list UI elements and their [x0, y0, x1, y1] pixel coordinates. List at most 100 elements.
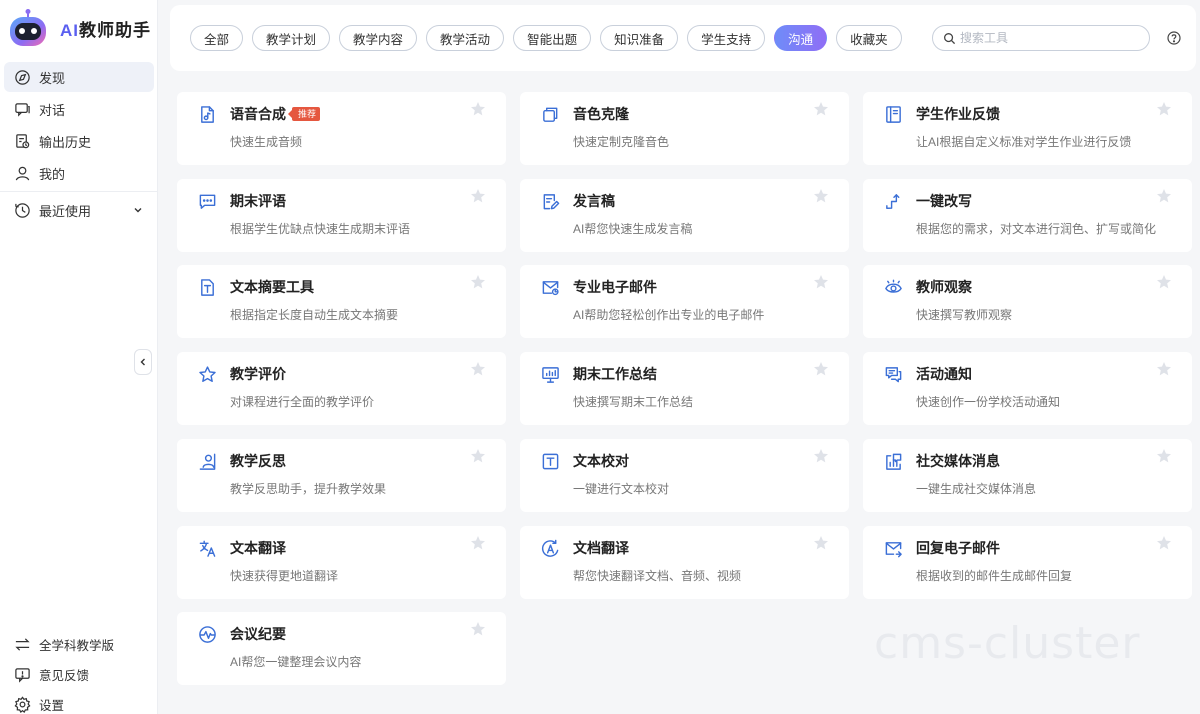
favorite-star-icon[interactable]: [470, 621, 486, 637]
tool-card[interactable]: 教学反思教学反思助手，提升教学效果: [177, 439, 506, 512]
top-bar: 全部 教学计划 教学内容 教学活动 智能出题 知识准备 学生支持 沟通 收藏夹: [170, 5, 1196, 71]
favorite-star-icon[interactable]: [1156, 361, 1172, 377]
pulse-icon: [198, 625, 217, 644]
help-icon[interactable]: [1167, 31, 1181, 45]
notice-chat-icon: [884, 365, 903, 384]
tool-card[interactable]: 文本翻译快速获得更地道翻译: [177, 526, 506, 599]
tab-category[interactable]: 智能出题: [513, 25, 592, 51]
tool-card-title-text: 期末工作总结: [573, 366, 657, 382]
tool-card[interactable]: 教师观察 快速撰写教师观察: [863, 265, 1192, 338]
tool-card-title: 回复电子邮件: [916, 538, 1000, 558]
tool-card[interactable]: 回复电子邮件 根据收到的邮件生成邮件回复: [863, 526, 1192, 599]
tool-card-title-text: 教师观察: [916, 279, 972, 295]
tab-category[interactable]: 知识准备: [600, 25, 679, 51]
tool-card[interactable]: 语音合成 推荐 快速生成音频: [177, 92, 506, 165]
app-logo[interactable]: AI教师助手: [8, 8, 151, 48]
favorite-star-icon[interactable]: [1156, 274, 1172, 290]
favorite-star-icon[interactable]: [1156, 101, 1172, 117]
favorite-star-icon[interactable]: [813, 535, 829, 551]
sidebar-item-label: 我的: [39, 166, 66, 182]
favorite-star-icon[interactable]: [470, 188, 486, 204]
favorite-star-icon[interactable]: [1156, 448, 1172, 464]
monitor-chart-icon: [541, 365, 560, 384]
tool-card-title: 教学反思: [230, 451, 286, 471]
favorite-star-icon[interactable]: [813, 361, 829, 377]
favorite-star-icon[interactable]: [813, 188, 829, 204]
tool-card-desc: 一键生成社交媒体消息: [916, 482, 1037, 496]
audio-file-icon: [198, 105, 217, 124]
tool-card-desc: AI帮您快速生成发言稿: [573, 222, 693, 236]
collapse-sidebar-button[interactable]: [134, 349, 152, 375]
tool-card[interactable]: 发言稿 AI帮您快速生成发言稿: [520, 179, 849, 252]
tool-card-desc: 根据您的需求，对文本进行润色、扩写或简化: [916, 222, 1157, 236]
search-box[interactable]: [932, 25, 1150, 51]
rewrite-arrows-icon: [884, 192, 903, 211]
tool-card[interactable]: 活动通知 快速创作一份学校活动通知: [863, 352, 1192, 425]
favorite-star-icon[interactable]: [1156, 188, 1172, 204]
tool-card[interactable]: 一键改写根据您的需求，对文本进行润色、扩写或简化: [863, 179, 1192, 252]
reflection-person-icon: [198, 452, 217, 471]
tool-card-title-text: 发言稿: [573, 193, 615, 209]
favorite-star-icon[interactable]: [1156, 535, 1172, 551]
text-doc-icon: [198, 278, 217, 297]
eye-icon: [884, 278, 903, 297]
tool-card-title: 文档翻译: [573, 538, 629, 558]
recommend-badge: 推荐: [287, 107, 321, 121]
tab-category[interactable]: 学生支持: [687, 25, 766, 51]
tab-category[interactable]: 教学内容: [339, 25, 418, 51]
search-icon: [944, 32, 956, 44]
tool-card[interactable]: 期末评语 根据学生优缺点快速生成期末评语: [177, 179, 506, 252]
favorite-star-icon[interactable]: [470, 361, 486, 377]
tool-card[interactable]: 期末工作总结 快速撰写期末工作总结: [520, 352, 849, 425]
nav-divider: [0, 191, 158, 192]
search-input[interactable]: [960, 31, 1130, 45]
tab-category[interactable]: 全部: [190, 25, 244, 51]
tool-card[interactable]: 会议纪要 AI帮您一键整理会议内容: [177, 612, 506, 685]
favorite-star-icon[interactable]: [470, 448, 486, 464]
tool-card[interactable]: 教学评价 对课程进行全面的教学评价: [177, 352, 506, 425]
sidebar-item-recent[interactable]: 最近使用: [4, 195, 154, 225]
tool-card-title-text: 会议纪要: [230, 626, 286, 642]
favorite-star-icon[interactable]: [813, 448, 829, 464]
favorite-star-icon[interactable]: [470, 535, 486, 551]
chevron-down-icon: [134, 208, 142, 213]
tool-card-desc: 一键进行文本校对: [573, 482, 670, 496]
sidebar-item-history[interactable]: 输出历史: [4, 126, 154, 156]
favorite-star-icon[interactable]: [813, 274, 829, 290]
tab-category[interactable]: 教学活动: [426, 25, 505, 51]
tool-card-title: 活动通知: [916, 364, 972, 384]
tool-card-desc: 快速获得更地道翻译: [230, 569, 339, 583]
favorite-star-icon[interactable]: [813, 101, 829, 117]
tool-card[interactable]: 音色克隆 快速定制克隆音色: [520, 92, 849, 165]
sidebar-item-label: 输出历史: [39, 134, 92, 150]
sidebar-item-discover[interactable]: 发现: [4, 62, 154, 92]
sidebar-item-mine[interactable]: 我的: [4, 158, 154, 188]
favorite-star-icon[interactable]: [470, 101, 486, 117]
favorite-star-icon[interactable]: [470, 274, 486, 290]
clock-icon: [15, 202, 30, 218]
sidebar-item-chat[interactable]: 对话: [4, 94, 154, 124]
tool-card-title: 期末工作总结: [573, 364, 657, 384]
tool-card[interactable]: 文本校对 一键进行文本校对: [520, 439, 849, 512]
sidebar-item-feedback[interactable]: 意见反馈: [4, 660, 154, 688]
tool-card-desc: AI帮您一键整理会议内容: [230, 655, 362, 669]
tool-card[interactable]: 专业电子邮件 AI帮助您轻松创作出专业的电子邮件: [520, 265, 849, 338]
gear-icon: [14, 695, 31, 713]
tool-card-desc: 根据学生优缺点快速生成期末评语: [230, 222, 411, 236]
tool-card[interactable]: 文本摘要工具 根据指定长度自动生成文本摘要: [177, 265, 506, 338]
sidebar-item-settings[interactable]: 设置: [4, 690, 154, 714]
tab-category[interactable]: 收藏夹: [836, 25, 902, 51]
tab-category[interactable]: 沟通: [774, 25, 828, 51]
sidebar-item-edition-switch[interactable]: 全学科教学版: [4, 630, 154, 658]
tab-category[interactable]: 教学计划: [252, 25, 331, 51]
tool-card[interactable]: 学生作业反馈 让AI根据自定义标准对学生作业进行反馈: [863, 92, 1192, 165]
tool-card-title-text: 专业电子邮件: [573, 279, 657, 295]
tool-card[interactable]: 文档翻译 帮您快速翻译文档、音频、视频: [520, 526, 849, 599]
tool-card-desc: 教学反思助手，提升教学效果: [230, 482, 387, 496]
tool-card[interactable]: 社交媒体消息 一键生成社交媒体消息: [863, 439, 1192, 512]
tool-card-title: 文本翻译: [230, 538, 286, 558]
tool-card-desc: 快速生成音频: [230, 135, 303, 149]
tool-card-title: 音色克隆: [573, 104, 629, 124]
tool-card-title: 文本摘要工具: [230, 277, 314, 297]
tool-card-title: 一键改写: [916, 191, 972, 211]
